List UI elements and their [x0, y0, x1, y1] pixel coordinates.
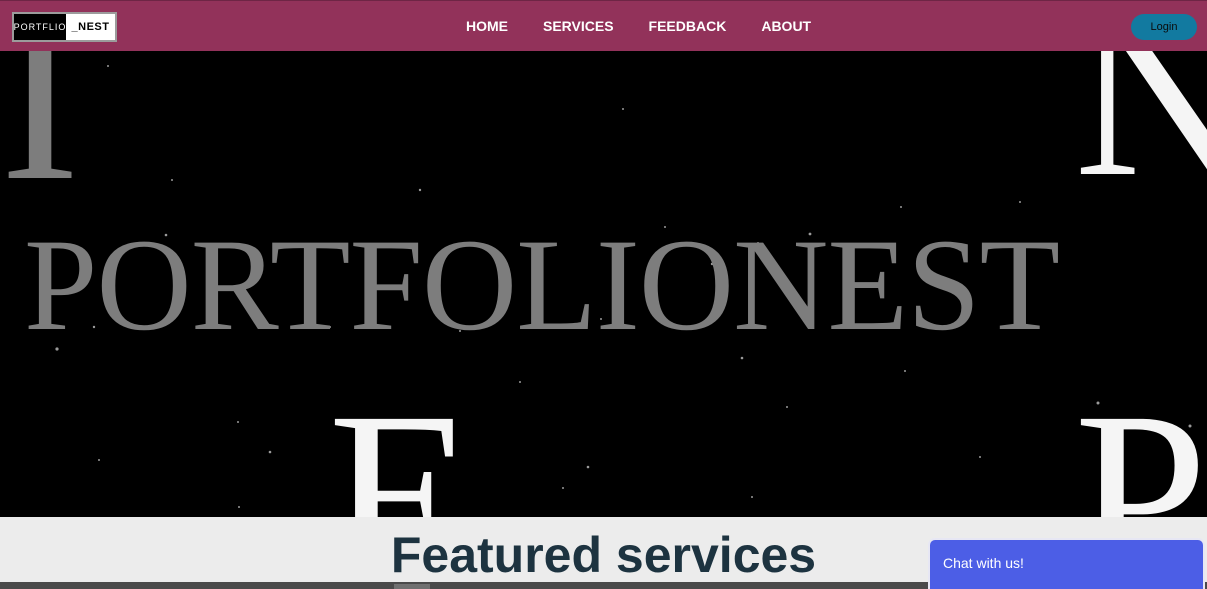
nav-services[interactable]: SERVICES	[543, 17, 614, 35]
hero-letter-i: I	[0, 51, 80, 230]
logo-right-text: _NEST	[71, 21, 110, 33]
hero-banner: I N PORTFOLIONEST E P	[0, 51, 1207, 517]
chat-label: Chat with us!	[943, 555, 1024, 571]
navbar: PORTFLIO _NEST HOME SERVICES FEEDBACK AB…	[0, 0, 1207, 51]
login-button[interactable]: Login	[1131, 14, 1197, 40]
hero-letter-n: N	[1074, 51, 1207, 226]
nav-feedback[interactable]: FEEDBACK	[649, 17, 727, 35]
chat-widget-button[interactable]: Chat with us!	[928, 538, 1205, 589]
site-logo[interactable]: PORTFLIO _NEST	[12, 12, 117, 42]
hero-letter-p: P	[1074, 362, 1207, 517]
main-nav: HOME SERVICES FEEDBACK ABOUT	[466, 17, 846, 35]
nav-about[interactable]: ABOUT	[761, 17, 811, 35]
scrollbar-thumb[interactable]	[394, 584, 430, 589]
logo-left-text: PORTFLIO	[14, 14, 66, 40]
nav-home[interactable]: HOME	[466, 17, 508, 35]
hero-title: PORTFOLIONEST	[24, 211, 1060, 358]
hero-letter-e: E	[328, 362, 475, 517]
